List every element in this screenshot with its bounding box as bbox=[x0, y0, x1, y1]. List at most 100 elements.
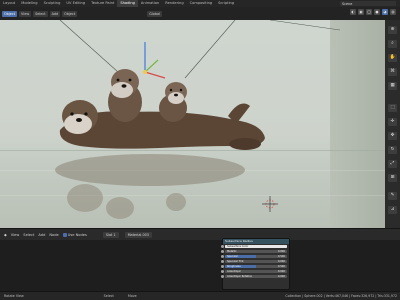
workspace-bar: Layout Modeling Sculpting UV Editing Tex… bbox=[0, 0, 400, 7]
workspace-tab[interactable]: Layout bbox=[0, 0, 18, 7]
node-menu-add[interactable]: Add bbox=[38, 233, 45, 237]
input-label: Roughness bbox=[227, 264, 241, 268]
input-socket[interactable] bbox=[221, 260, 224, 263]
menu-add[interactable]: Add bbox=[49, 10, 61, 17]
use-nodes-toggle[interactable]: Use Nodes bbox=[62, 232, 87, 237]
status-bar: Rotate View Select Move Collection | Sph… bbox=[0, 291, 400, 300]
input-value: 0.000 bbox=[277, 274, 285, 278]
otter-nose bbox=[121, 84, 127, 88]
menu-object[interactable]: Object bbox=[62, 10, 78, 17]
tool-move-icon[interactable]: ✥ bbox=[388, 132, 397, 140]
input-slider[interactable]: Roughness 0.500 bbox=[225, 264, 287, 269]
solid-shading-icon[interactable]: ● bbox=[374, 9, 380, 15]
perspective-toggle-icon[interactable]: ▦ bbox=[388, 82, 397, 90]
3d-viewport[interactable] bbox=[0, 20, 385, 228]
light-line bbox=[59, 20, 119, 73]
node-menu-node[interactable]: Node bbox=[49, 233, 58, 237]
workspace-tab[interactable]: Animation bbox=[138, 0, 162, 7]
gizmo-origin bbox=[143, 70, 147, 74]
workspace-tab[interactable]: Sculpting bbox=[41, 0, 64, 7]
input-label: Metallic bbox=[227, 249, 237, 253]
mode-dropdown[interactable]: Object bbox=[2, 10, 18, 17]
scene-statistics: Collection | Sphere.002 | Verts:467,046 … bbox=[285, 294, 397, 298]
principled-bsdf-node[interactable]: Subsurface Radius Subsurface Color Metall… bbox=[221, 238, 290, 290]
input-label: Subsurface Color bbox=[227, 244, 249, 248]
slot-dropdown[interactable]: Slot 1 bbox=[102, 231, 119, 238]
gizmo-y-axis bbox=[144, 59, 159, 73]
node-menu-view[interactable]: View bbox=[11, 233, 20, 237]
input-socket[interactable] bbox=[221, 275, 224, 278]
menu-select[interactable]: Select bbox=[33, 10, 48, 17]
tool-cursor-icon[interactable]: ✛ bbox=[388, 118, 397, 126]
large-otter-face bbox=[64, 114, 92, 134]
otter-eye bbox=[169, 88, 173, 92]
tool-transform-icon[interactable]: ⊞ bbox=[388, 174, 397, 182]
otter-nose bbox=[174, 93, 178, 97]
input-slider[interactable]: Subsurface Color bbox=[225, 244, 287, 249]
input-value: 0.500 bbox=[277, 264, 285, 268]
light-line bbox=[269, 20, 341, 31]
medium-otter-face bbox=[111, 82, 133, 98]
otter-eye bbox=[70, 112, 74, 116]
input-value: 0.000 bbox=[277, 269, 285, 273]
status-hint-rotate: Rotate View bbox=[4, 294, 24, 298]
input-socket[interactable] bbox=[221, 270, 224, 273]
node-editor-type-icon[interactable]: ◆ bbox=[4, 233, 7, 237]
workspace-tab[interactable]: Scripting bbox=[215, 0, 237, 7]
tool-select-icon[interactable]: ⬚ bbox=[388, 104, 397, 112]
overlay-icon[interactable]: ◐ bbox=[350, 9, 356, 15]
rendered-shading-icon[interactable]: ◍ bbox=[390, 9, 396, 15]
light-line bbox=[184, 20, 236, 79]
otter-eye bbox=[84, 112, 88, 116]
otter-eye bbox=[116, 78, 120, 82]
use-nodes-checkbox[interactable] bbox=[62, 232, 67, 237]
tool-scale-icon[interactable]: ⤢ bbox=[388, 160, 397, 168]
status-hint-move: Move bbox=[127, 294, 137, 298]
input-socket[interactable] bbox=[221, 245, 224, 248]
large-otter-flipper bbox=[229, 138, 261, 150]
camera-view-icon[interactable]: ⌘ bbox=[388, 68, 397, 76]
scene-selector[interactable]: Scene bbox=[340, 1, 396, 6]
input-slider[interactable]: Metallic 0.000 bbox=[225, 249, 287, 254]
xray-icon[interactable]: ▣ bbox=[358, 9, 364, 15]
viewport-header: Object View Select Add Object Global ◐ ▣… bbox=[0, 7, 400, 20]
input-slider[interactable]: Anisotropic 0.000 bbox=[225, 269, 287, 274]
pan-hand-icon[interactable]: ✋ bbox=[388, 54, 397, 62]
workspace-tab-active[interactable]: Shading bbox=[117, 0, 138, 7]
menu-view[interactable]: View bbox=[19, 10, 32, 17]
navigate-gizmo-icon[interactable]: ⊕ bbox=[388, 26, 397, 34]
otter-eye bbox=[179, 88, 183, 92]
zoom-icon[interactable]: ⌕ bbox=[388, 40, 397, 48]
scene-name: Scene bbox=[342, 1, 353, 6]
tool-measure-icon[interactable]: ⊿ bbox=[388, 206, 397, 214]
material-selector[interactable]: Material.003 bbox=[124, 231, 152, 238]
input-label: Specular Tint bbox=[227, 259, 244, 263]
workspace-tab[interactable]: Modeling bbox=[18, 0, 40, 7]
input-value: 0.500 bbox=[277, 254, 285, 258]
input-socket[interactable] bbox=[221, 255, 224, 258]
gizmo-x-axis bbox=[144, 71, 166, 79]
tool-annotate-icon[interactable]: ✎ bbox=[388, 192, 397, 200]
input-slider[interactable]: Anisotropic Rotation 0.000 bbox=[225, 274, 287, 279]
3d-cursor-icon bbox=[262, 196, 278, 212]
input-label: Specular bbox=[227, 254, 238, 258]
node-menu-select[interactable]: Select bbox=[23, 233, 34, 237]
workspace-tab[interactable]: UV Editing bbox=[63, 0, 88, 7]
wireframe-shading-icon[interactable]: ◯ bbox=[366, 9, 372, 15]
otter-reflection bbox=[55, 154, 245, 219]
viewport-tool-column: ⊕ ⌕ ✋ ⌘ ▦ ⬚ ✛ ✥ ↻ ⤢ ⊞ ✎ ⊿ bbox=[385, 20, 400, 228]
input-socket[interactable] bbox=[221, 250, 224, 253]
input-socket[interactable] bbox=[221, 265, 224, 268]
workspace-tab[interactable]: Compositing bbox=[187, 0, 216, 7]
input-slider[interactable]: Specular 0.500 bbox=[225, 254, 287, 259]
transform-orientation-dropdown[interactable]: Global bbox=[147, 10, 163, 17]
input-value: 0.000 bbox=[277, 249, 285, 253]
material-shading-icon[interactable]: ◕ bbox=[382, 9, 388, 15]
workspace-tab[interactable]: Rendering bbox=[162, 0, 186, 7]
workspace-tab[interactable]: Texture Paint bbox=[88, 0, 117, 7]
tool-rotate-icon[interactable]: ↻ bbox=[388, 146, 397, 154]
input-slider[interactable]: Specular Tint 0.000 bbox=[225, 259, 287, 264]
status-hint-select: Select bbox=[103, 294, 114, 298]
node-editor-canvas[interactable] bbox=[0, 240, 400, 291]
input-value: 0.000 bbox=[277, 259, 285, 263]
